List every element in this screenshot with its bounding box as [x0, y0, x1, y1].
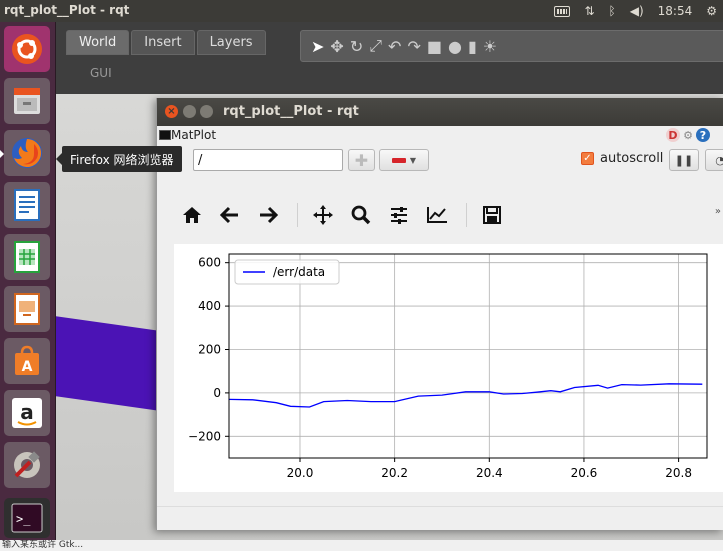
select-arrow-icon[interactable]: ➤: [311, 37, 324, 56]
svg-text:>_: >_: [16, 512, 31, 526]
edit-axes-icon[interactable]: [422, 200, 452, 230]
volume-icon[interactable]: ◀): [630, 4, 644, 18]
y-tick-label: 600: [198, 256, 221, 270]
plot-area: [229, 254, 707, 458]
tab-layers[interactable]: Layers: [196, 30, 266, 55]
plugin-header-buttons: D ⚙ ?: [666, 128, 710, 142]
impress-icon[interactable]: [4, 286, 50, 332]
light-icon[interactable]: ☀: [483, 37, 497, 56]
settings-icon[interactable]: [4, 442, 50, 488]
rotate-icon[interactable]: ↻: [350, 37, 363, 56]
chevron-down-icon: ▼: [409, 155, 417, 165]
toolbar-separator: [466, 203, 467, 227]
topic-input[interactable]: [193, 149, 343, 171]
sphere-icon[interactable]: ●: [448, 37, 462, 56]
home-icon[interactable]: [177, 200, 207, 230]
tab-insert[interactable]: Insert: [131, 30, 195, 55]
firefox-icon[interactable]: [0, 130, 50, 176]
topic-row: ✚ ▼ ✓ autoscroll ❚❚ ◔: [157, 148, 723, 174]
active-app-title: rqt_plot__Plot - rqt: [4, 3, 130, 17]
svg-text:a: a: [20, 400, 34, 424]
dock-icon[interactable]: D: [666, 128, 680, 142]
y-tick-label: −200: [188, 429, 221, 443]
plugin-label: MatPlot: [171, 128, 217, 142]
pan-icon[interactable]: [308, 200, 338, 230]
y-tick-label: 400: [198, 299, 221, 313]
add-topic-button[interactable]: ✚: [348, 149, 375, 171]
scale-icon[interactable]: ⤢: [369, 36, 382, 56]
autoscroll-label: autoscroll: [600, 151, 664, 166]
network-icon[interactable]: ⇅: [584, 4, 594, 18]
maximize-icon[interactable]: [200, 105, 213, 118]
files-icon[interactable]: [4, 78, 50, 124]
gear-icon[interactable]: ⚙: [706, 4, 717, 18]
top-panel: rqt_plot__Plot - rqt ⇅ ᛒ ◀) 18:54 ⚙: [0, 0, 723, 22]
x-tick-label: 20.2: [381, 466, 408, 480]
help-icon[interactable]: ?: [696, 128, 710, 142]
bluetooth-icon[interactable]: ᛒ: [609, 4, 616, 18]
bottom-strip: 输入某东或许 Gtk...: [0, 540, 723, 551]
subplots-config-icon[interactable]: [384, 200, 414, 230]
minus-icon: [391, 157, 406, 163]
gazebo-tools: ➤ ✥ ↻ ⤢ ↶ ↷ ■ ● ▮ ☀: [300, 30, 723, 62]
box-icon[interactable]: ■: [427, 37, 442, 56]
svg-text:A: A: [22, 359, 33, 375]
cylinder-icon[interactable]: ▮: [468, 37, 477, 56]
x-tick-label: 20.4: [476, 466, 503, 480]
desktop: rqt_plot__Plot - rqt ⇅ ᛒ ◀) 18:54 ⚙ A a …: [0, 0, 723, 551]
remove-topic-button[interactable]: ▼: [379, 149, 429, 171]
launcher: A a >_: [0, 22, 56, 540]
ubuntu-home-icon[interactable]: [4, 26, 50, 72]
terminal-icon[interactable]: >_: [4, 498, 50, 538]
clear-button[interactable]: ◔: [705, 149, 723, 171]
scene-object: [56, 316, 166, 412]
window-titlebar[interactable]: × rqt_plot__Plot - rqt: [157, 98, 723, 126]
status-bar: [157, 506, 723, 530]
x-tick-label: 20.8: [665, 466, 692, 480]
pause-button[interactable]: ❚❚: [669, 149, 699, 171]
window-title: rqt_plot__Plot - rqt: [223, 104, 359, 119]
config-icon[interactable]: ⚙: [681, 128, 695, 142]
forward-arrow-icon[interactable]: [253, 200, 283, 230]
launcher-tooltip: Firefox 网络浏览器: [56, 146, 182, 172]
plot-canvas[interactable]: 20.0 20.2 20.4 20.6 20.8 −200 0 200 400 600/err/d…: [174, 244, 723, 492]
gazebo-toolbar: World Insert Layers ➤ ✥ ↻ ⤢ ↶ ↷ ■ ● ▮ ☀ …: [56, 22, 723, 94]
amazon-icon[interactable]: a: [4, 390, 50, 436]
writer-icon[interactable]: [4, 182, 50, 228]
close-icon[interactable]: ×: [165, 105, 178, 118]
gazebo-tabs: World Insert Layers: [66, 30, 266, 55]
gui-label: GUI: [90, 66, 112, 80]
rqt-window: × rqt_plot__Plot - rqt MatPlot D ⚙ ? ✚ ▼…: [156, 98, 723, 530]
translate-icon[interactable]: ✥: [330, 37, 343, 56]
x-tick-label: 20.6: [571, 466, 598, 480]
redo-icon[interactable]: ↷: [407, 37, 420, 56]
y-tick-label: 200: [198, 342, 221, 356]
plugin-header: MatPlot D ⚙ ?: [157, 126, 723, 146]
x-tick-label: 20.0: [287, 466, 314, 480]
tab-world[interactable]: World: [66, 30, 130, 55]
toolbar-overflow-icon[interactable]: »: [715, 206, 721, 217]
y-tick-label: 0: [213, 386, 221, 400]
clock[interactable]: 18:54: [658, 4, 693, 18]
calc-icon[interactable]: [4, 234, 50, 280]
save-icon[interactable]: [477, 200, 507, 230]
software-icon[interactable]: A: [4, 338, 50, 384]
zoom-icon[interactable]: [346, 200, 376, 230]
checkbox-checked-icon[interactable]: ✓: [581, 152, 594, 165]
matplotlib-toolbar: [177, 200, 515, 230]
matplot-icon: [159, 130, 171, 140]
minimize-icon[interactable]: [183, 105, 196, 118]
autoscroll-checkbox[interactable]: ✓ autoscroll: [581, 151, 663, 166]
undo-icon[interactable]: ↶: [388, 37, 401, 56]
system-tray: ⇅ ᛒ ◀) 18:54 ⚙: [554, 0, 717, 22]
legend-label: /err/data: [273, 265, 325, 279]
back-arrow-icon[interactable]: [215, 200, 245, 230]
keyboard-icon[interactable]: [554, 5, 571, 17]
toolbar-separator: [297, 203, 298, 227]
plot-figure[interactable]: 20.0 20.2 20.4 20.6 20.8 −200 0 200 400 600/err/d…: [174, 244, 723, 492]
